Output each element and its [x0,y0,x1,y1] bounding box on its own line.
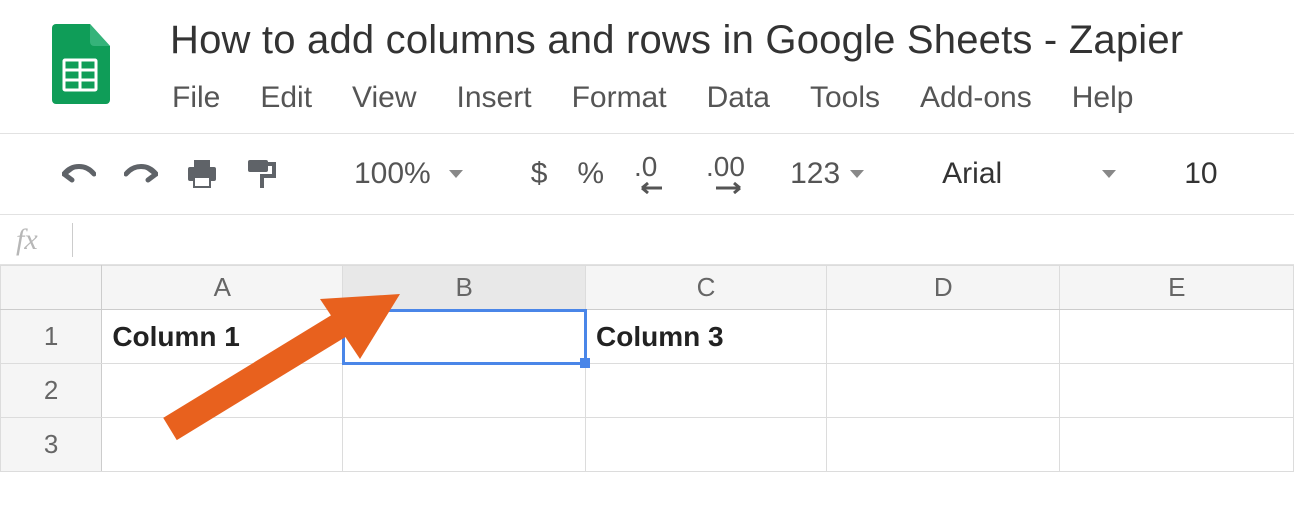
cell-E1[interactable] [1060,310,1294,364]
cell-A3[interactable] [102,418,343,472]
document-title[interactable]: How to add columns and rows in Google Sh… [170,18,1294,63]
format-percent-button[interactable]: % [577,157,604,191]
print-icon[interactable] [186,159,218,189]
svg-text:.0: .0 [634,154,657,182]
column-header-D[interactable]: D [827,266,1060,310]
svg-text:.00: .00 [706,154,745,182]
font-family-dropdown[interactable]: Arial [942,157,1116,191]
column-header-A[interactable]: A [102,266,343,310]
selection-handle-icon[interactable] [580,358,590,368]
cell-A2[interactable] [102,364,343,418]
font-size-value[interactable]: 10 [1184,157,1217,191]
divider [72,223,73,257]
increase-decimal-button[interactable]: .00 [706,154,760,194]
zoom-value: 100% [354,157,431,191]
cell-D3[interactable] [827,418,1060,472]
cell-D2[interactable] [827,364,1060,418]
font-family-value: Arial [942,157,1002,191]
menu-tools[interactable]: Tools [810,81,880,115]
zoom-dropdown[interactable]: 100% [354,157,463,191]
column-header-E[interactable]: E [1060,266,1294,310]
menu-data[interactable]: Data [707,81,770,115]
menu-bar: File Edit View Insert Format Data Tools … [170,81,1294,133]
decrease-decimal-button[interactable]: .0 [634,154,676,194]
formula-bar: fx [0,215,1294,265]
cell-B3[interactable] [343,418,586,472]
chevron-down-icon [449,170,463,178]
chevron-down-icon [1102,170,1116,178]
cell-C3[interactable] [586,418,827,472]
cell-C1[interactable]: Column 3 [586,310,827,364]
undo-icon[interactable] [62,162,96,186]
cell-D1[interactable] [827,310,1060,364]
row-header-3[interactable]: 3 [1,418,102,472]
column-header-C[interactable]: C [586,266,827,310]
menu-insert[interactable]: Insert [457,81,532,115]
row-header-1[interactable]: 1 [1,310,102,364]
cell-A1[interactable]: Column 1 [102,310,343,364]
more-formats-dropdown[interactable]: 123 [790,157,864,191]
formula-input[interactable] [83,215,1294,264]
cell-E2[interactable] [1060,364,1294,418]
paint-format-icon[interactable] [246,158,276,190]
cell-E3[interactable] [1060,418,1294,472]
menu-view[interactable]: View [352,81,416,115]
sheets-logo-icon [50,24,110,104]
cell-B1[interactable] [343,310,586,364]
toolbar: 100% $ % .0 .00 123 Arial 10 [0,133,1294,215]
cell-C2[interactable] [586,364,827,418]
menu-file[interactable]: File [172,81,220,115]
menu-help[interactable]: Help [1072,81,1134,115]
format-currency-button[interactable]: $ [531,157,548,191]
fx-label-icon: fx [16,223,72,257]
menu-format[interactable]: Format [572,81,667,115]
cell-B2[interactable] [343,364,586,418]
column-header-B[interactable]: B [343,266,586,310]
spreadsheet-grid: A B C D E 1 Column 1 Column 3 2 3 [0,265,1294,472]
row-header-2[interactable]: 2 [1,364,102,418]
menu-addons[interactable]: Add-ons [920,81,1032,115]
menu-edit[interactable]: Edit [260,81,312,115]
redo-icon[interactable] [124,162,158,186]
more-formats-label: 123 [790,157,840,191]
select-all-corner[interactable] [1,266,102,310]
chevron-down-icon [850,170,864,178]
